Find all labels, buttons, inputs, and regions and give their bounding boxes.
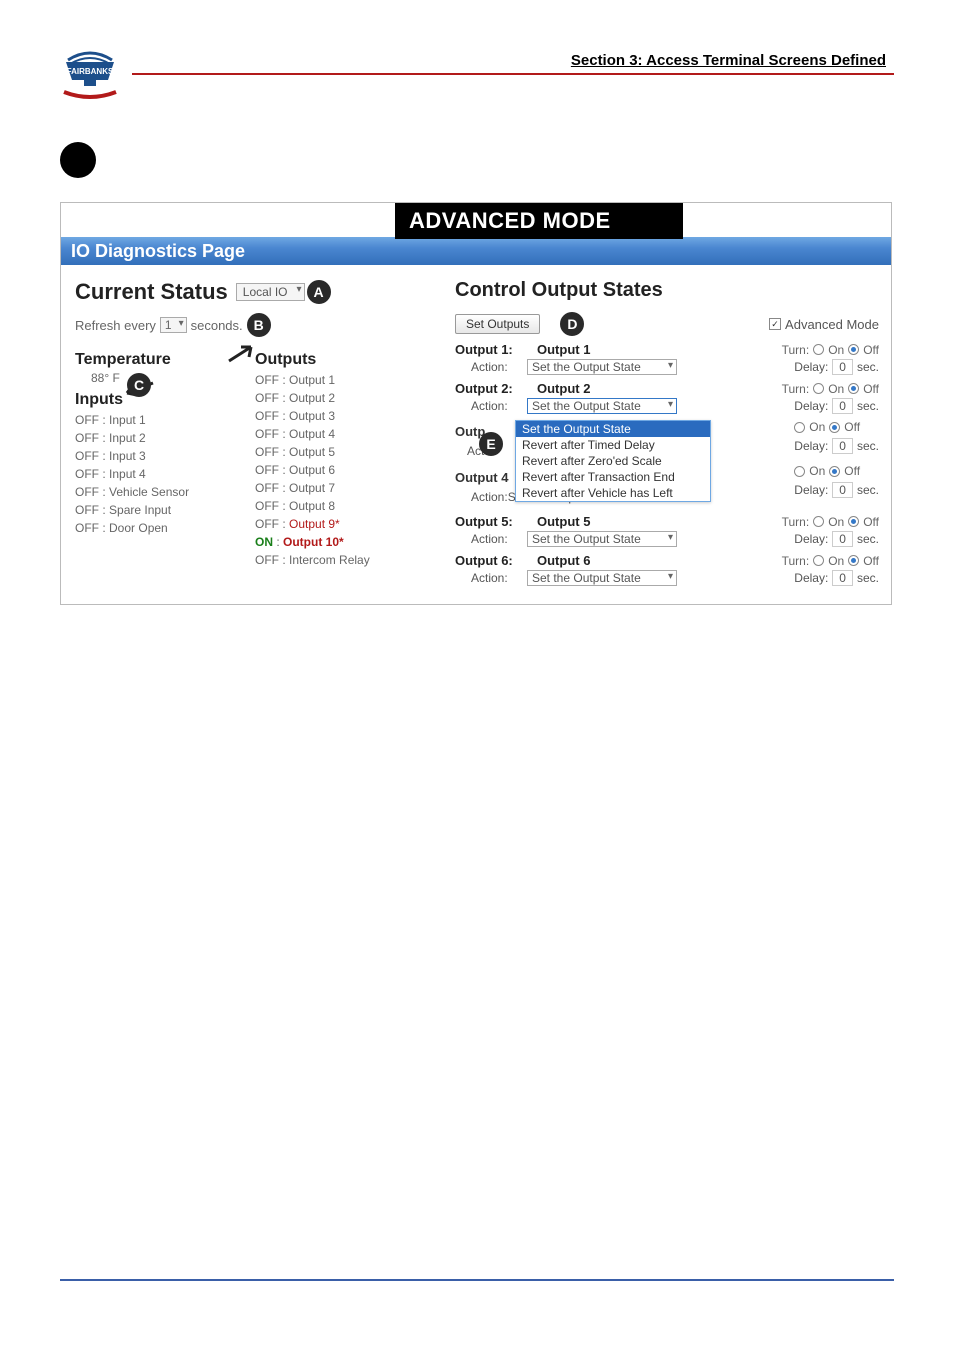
output-index: Output 1: bbox=[455, 342, 527, 357]
output-row: OFF : Output 8 bbox=[255, 499, 405, 513]
output-index: Output 5: bbox=[455, 514, 527, 529]
input-row: OFF : Input 1 bbox=[75, 413, 231, 427]
output-index: Output 6: bbox=[455, 553, 527, 568]
dropdown-option[interactable]: Set the Output State bbox=[516, 421, 710, 437]
output-row: OFF : Intercom Relay bbox=[255, 553, 405, 567]
delay-value[interactable]: 0 bbox=[832, 570, 853, 586]
output-row: OFF : Output 7 bbox=[255, 481, 405, 495]
delay-value[interactable]: 0 bbox=[832, 398, 853, 414]
action-label: Action: bbox=[471, 360, 527, 374]
input-row: OFF : Input 3 bbox=[75, 449, 231, 463]
svg-text:FAIRBANKS: FAIRBANKS bbox=[67, 67, 114, 76]
turn-off-radio[interactable] bbox=[848, 344, 859, 355]
header-rule bbox=[132, 73, 894, 75]
delay-value[interactable]: 0 bbox=[832, 359, 853, 375]
refresh-prefix: Refresh every bbox=[75, 318, 156, 333]
action-select-open[interactable]: Set the Output State bbox=[527, 398, 677, 414]
output-row: OFF : Output 1 bbox=[255, 373, 405, 387]
turn-on-radio[interactable] bbox=[813, 383, 824, 394]
bullet-marker bbox=[60, 142, 96, 178]
input-row: OFF : Spare Input bbox=[75, 503, 231, 517]
turn-on-radio[interactable] bbox=[813, 516, 824, 527]
output-row: OFF : Output 5 bbox=[255, 445, 405, 459]
temperature-label: Temperature bbox=[75, 351, 231, 369]
dropdown-option[interactable]: Revert after Vehicle has Left bbox=[516, 485, 710, 501]
output-row: OFF : Output 3 bbox=[255, 409, 405, 423]
turn-on-radio[interactable] bbox=[813, 344, 824, 355]
turn-off-radio[interactable] bbox=[848, 516, 859, 527]
output-row: ON : Output 10* bbox=[255, 535, 405, 549]
output-name: Output 6 bbox=[537, 553, 590, 568]
turn-off-radio[interactable] bbox=[848, 555, 859, 566]
annotation-badge-e: E bbox=[479, 432, 503, 456]
delay-value[interactable]: 0 bbox=[832, 482, 853, 498]
turn-off-radio[interactable] bbox=[829, 422, 840, 433]
refresh-suffix: seconds. bbox=[191, 318, 243, 333]
turn-label: Turn: bbox=[782, 343, 810, 357]
annotation-badge-b: B bbox=[247, 313, 271, 337]
action-select[interactable]: Set the Output State bbox=[527, 359, 677, 375]
output-name: Output 5 bbox=[537, 514, 590, 529]
arrow-icon bbox=[227, 345, 255, 363]
annotation-badge-a: A bbox=[307, 280, 331, 304]
annotation-badge-d: D bbox=[560, 312, 584, 336]
action-select[interactable]: Set the Output State bbox=[527, 531, 677, 547]
dropdown-option[interactable]: Revert after Timed Delay bbox=[516, 437, 710, 453]
advanced-mode-banner: ADVANCED MODE bbox=[395, 203, 683, 239]
advanced-mode-label: Advanced Mode bbox=[785, 317, 879, 332]
sec-label: sec. bbox=[857, 360, 879, 374]
input-row: OFF : Input 4 bbox=[75, 467, 231, 481]
action-select[interactable]: Set the Output State bbox=[527, 570, 677, 586]
action-label: Action: bbox=[471, 399, 527, 413]
delay-value[interactable]: 0 bbox=[832, 531, 853, 547]
io-diagnostics-bar: IO Diagnostics Page bbox=[61, 237, 891, 265]
set-outputs-button[interactable]: Set Outputs bbox=[455, 314, 540, 334]
control-output-states-title: Control Output States bbox=[455, 279, 879, 302]
delay-value[interactable]: 0 bbox=[832, 438, 853, 454]
dropdown-option[interactable]: Revert after Zero'ed Scale bbox=[516, 453, 710, 469]
input-row: OFF : Door Open bbox=[75, 521, 231, 535]
fairbanks-logo: FAIRBANKS bbox=[60, 50, 120, 102]
output-row: OFF : Output 4 bbox=[255, 427, 405, 441]
current-status-label: Current Status bbox=[75, 279, 228, 305]
turn-on-radio[interactable] bbox=[794, 466, 805, 477]
temperature-value: 88° F bbox=[91, 371, 231, 385]
refresh-interval-select[interactable]: 1 bbox=[160, 317, 187, 333]
device-select[interactable]: Local IO bbox=[236, 283, 305, 301]
output-row: OFF : Output 2 bbox=[255, 391, 405, 405]
advanced-mode-checkbox[interactable]: ✓ bbox=[769, 318, 781, 330]
turn-off-radio[interactable] bbox=[848, 383, 859, 394]
output-name: Output 1 bbox=[537, 342, 590, 357]
delay-label: Delay: bbox=[794, 360, 828, 374]
footer-rule bbox=[60, 1279, 894, 1281]
turn-on-radio[interactable] bbox=[813, 555, 824, 566]
turn-off-radio[interactable] bbox=[829, 466, 840, 477]
output-row: OFF : Output 6 bbox=[255, 463, 405, 477]
action-label: Action: bbox=[471, 532, 527, 546]
output-index-partial: Output 4 bbox=[455, 470, 508, 485]
screenshot-container: ADVANCED MODE IO Diagnostics Page Curren… bbox=[60, 202, 892, 605]
output-index: Output 2: bbox=[455, 381, 527, 396]
input-row: OFF : Vehicle Sensor bbox=[75, 485, 231, 499]
output-row: OFF : Output 9* bbox=[255, 517, 405, 531]
input-row: OFF : Input 2 bbox=[75, 431, 231, 445]
page-section-title: Section 3: Access Terminal Screens Defin… bbox=[132, 52, 894, 69]
dropdown-option[interactable]: Revert after Transaction End bbox=[516, 469, 710, 485]
output-name: Output 2 bbox=[537, 381, 590, 396]
outputs-label: Outputs bbox=[255, 351, 405, 369]
action-label: Action: bbox=[471, 490, 508, 504]
action-label: Action: bbox=[471, 571, 527, 585]
turn-on-radio[interactable] bbox=[794, 422, 805, 433]
annotation-badge-c: C bbox=[127, 373, 151, 397]
action-dropdown-open[interactable]: Set the Output State Revert after Timed … bbox=[515, 420, 711, 502]
